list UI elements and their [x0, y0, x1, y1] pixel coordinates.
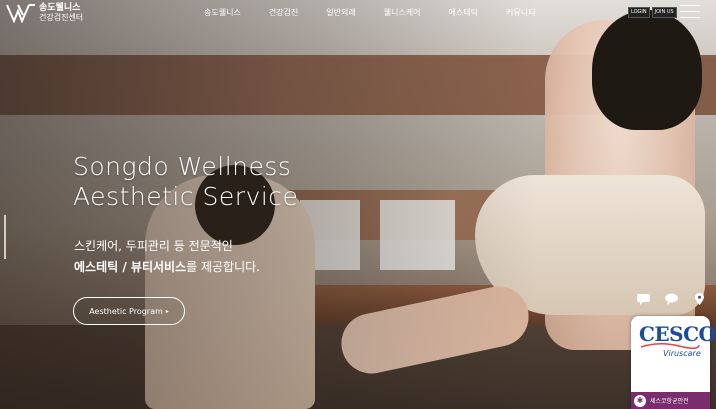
header: 송도웰니스 건강검진센터 송도웰니스 건강검진 일반외래 웰니스케어 에스테틱 … [0, 0, 716, 28]
login-button[interactable]: LOGIN [628, 7, 650, 18]
nav-item-wellness-care[interactable]: 웰니스케어 [384, 7, 421, 18]
arrow-right-icon: ▸ [165, 307, 169, 315]
hero-desc-rest: 를 제공합니다. [186, 260, 260, 274]
nav-item-community[interactable]: 커뮤니티 [506, 7, 535, 18]
join-button[interactable]: JOIN US [651, 7, 677, 18]
logo-subtitle: 건강검진센터 [39, 12, 84, 22]
hero-desc-line1: 스킨케어, 두피관리 등 전문적인 [74, 239, 233, 253]
cesco-badge[interactable]: CESCO Viruscare ✱ 세스코항균안전 [631, 316, 716, 409]
nav-item-health-checkup[interactable]: 건강검진 [269, 7, 298, 18]
quick-links [636, 290, 707, 305]
nav-item-outpatient[interactable]: 일반외래 [326, 7, 355, 18]
hero-title-line1: Songdo Wellness [73, 152, 292, 181]
hero-description: 스킨케어, 두피관리 등 전문적인 에스테틱 / 뷰티서비스를 제공합니다. [74, 236, 260, 278]
hamburger-menu-icon[interactable] [680, 5, 700, 19]
site-logo[interactable]: 송도웰니스 건강검진센터 [6, 3, 83, 23]
aesthetic-program-button[interactable]: Aesthetic Program ▸ [73, 297, 185, 325]
star-icon: ✱ [634, 394, 646, 407]
nav-item-songdo-wellness[interactable]: 송도웰니스 [204, 7, 241, 18]
slide-indicator[interactable] [4, 215, 6, 259]
nav-item-aesthetic[interactable]: 에스테틱 [449, 7, 478, 18]
cesco-ribbon-text: 세스코항균안전 [650, 398, 689, 405]
cesco-ribbon: ✱ 세스코항균안전 [631, 392, 710, 409]
hero-title-line2: Aesthetic Service [73, 182, 299, 211]
chat-icon[interactable] [636, 290, 651, 305]
main-nav: 송도웰니스 건강검진 일반외래 웰니스케어 에스테틱 커뮤니티 [204, 7, 563, 18]
kakao-icon[interactable] [664, 290, 679, 305]
logo-mark-icon [6, 4, 35, 23]
auth-links: LOGIN JOIN US [628, 7, 677, 18]
hero-desc-bold: 에스테틱 / 뷰티서비스 [74, 260, 187, 274]
hero-desc-line2: 에스테틱 / 뷰티서비스를 제공합니다. [74, 257, 260, 278]
hero-title: Songdo Wellness Aesthetic Service [73, 152, 298, 212]
location-icon[interactable] [692, 290, 707, 305]
cesco-sub: Viruscare [663, 349, 701, 358]
cta-label: Aesthetic Program [89, 306, 163, 316]
